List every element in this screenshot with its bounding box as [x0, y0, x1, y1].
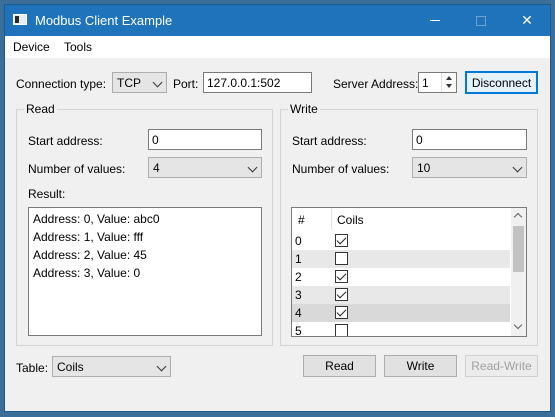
server-address-label: Server Address:: [333, 77, 419, 91]
result-line: Address: 2, Value: 45: [33, 248, 147, 262]
window-title: Modbus Client Example: [35, 13, 173, 28]
spin-buttons[interactable]: [441, 73, 456, 92]
read-button[interactable]: Read: [303, 355, 376, 377]
close-icon: ✕: [521, 12, 533, 28]
row-number: 3: [295, 288, 302, 302]
coil-checkbox[interactable]: [335, 234, 348, 247]
read-start-address-value: 0: [152, 133, 159, 147]
read-start-address-input[interactable]: 0: [148, 129, 262, 150]
read-group-title: Read: [24, 102, 57, 116]
vertical-scrollbar[interactable]: [511, 208, 526, 336]
minimize-icon: [430, 20, 440, 21]
table-row[interactable]: 4: [292, 304, 510, 322]
spin-up-icon[interactable]: [446, 76, 452, 80]
read-start-address-label: Start address:: [28, 134, 103, 148]
spin-down-icon[interactable]: [446, 84, 452, 88]
table-header-number: #: [298, 213, 305, 227]
table-select[interactable]: Coils: [52, 356, 171, 377]
server-address-spinbox[interactable]: 1: [418, 72, 457, 93]
table-label: Table:: [16, 361, 49, 375]
chevron-down-icon: [512, 162, 523, 173]
menu-device[interactable]: Device: [13, 40, 50, 54]
result-list[interactable]: Address: 0, Value: abc0 Address: 1, Valu…: [28, 207, 262, 336]
read-write-button[interactable]: Read-Write: [465, 355, 538, 377]
result-line: Address: 0, Value: abc0: [33, 212, 160, 226]
result-line: Address: 3, Value: 0: [33, 266, 141, 280]
coils-table[interactable]: # Coils 0 1 2 3 4 5: [291, 207, 527, 337]
connection-type-label: Connection type:: [16, 77, 107, 91]
table-row[interactable]: 5: [292, 322, 510, 337]
coil-checkbox[interactable]: [335, 288, 348, 301]
connection-type-select[interactable]: TCP: [112, 72, 167, 93]
chevron-down-icon: [156, 361, 167, 372]
port-value: 127.0.0.1:502: [207, 76, 281, 90]
write-number-of-values-value: 10: [417, 161, 431, 175]
row-number: 5: [295, 324, 302, 337]
row-number: 2: [295, 270, 302, 284]
write-start-address-input[interactable]: 0: [412, 129, 527, 150]
chevron-down-icon: [152, 77, 163, 88]
table-select-value: Coils: [57, 360, 84, 374]
coil-checkbox[interactable]: [335, 324, 348, 336]
result-label: Result:: [28, 187, 66, 201]
menu-tools[interactable]: Tools: [64, 40, 92, 54]
table-row[interactable]: 1: [292, 250, 510, 268]
write-number-of-values-label: Number of values:: [292, 162, 390, 176]
table-row[interactable]: 3: [292, 286, 510, 304]
write-start-address-label: Start address:: [292, 134, 367, 148]
title-bar: Modbus Client Example ✕: [5, 5, 550, 36]
coil-checkbox[interactable]: [335, 270, 348, 283]
write-number-of-values-select[interactable]: 10: [412, 157, 527, 178]
scroll-up-icon[interactable]: [513, 212, 523, 222]
close-button[interactable]: ✕: [504, 5, 550, 36]
scroll-thumb[interactable]: [513, 226, 524, 272]
main-window: Modbus Client Example ✕ Device Tools Con…: [4, 4, 551, 412]
chevron-down-icon: [247, 162, 258, 173]
table-row[interactable]: 0: [292, 232, 510, 250]
connection-type-value: TCP: [117, 76, 141, 90]
menu-bar: Device Tools: [5, 36, 550, 58]
app-window-icon: [13, 14, 27, 25]
write-group-title: Write: [288, 102, 320, 116]
header-divider: [331, 208, 332, 230]
scroll-down-icon[interactable]: [513, 320, 523, 330]
minimize-button[interactable]: [412, 5, 458, 36]
read-number-of-values-value: 4: [153, 161, 160, 175]
write-start-address-value: 0: [416, 133, 423, 147]
server-address-value: 1: [422, 76, 429, 90]
maximize-button[interactable]: [458, 5, 504, 36]
coil-checkbox[interactable]: [335, 306, 348, 319]
table-header-coils: Coils: [337, 213, 364, 227]
write-button[interactable]: Write: [384, 355, 457, 377]
port-input[interactable]: 127.0.0.1:502: [203, 72, 312, 93]
result-line: Address: 1, Value: fff: [33, 230, 144, 244]
read-number-of-values-select[interactable]: 4: [148, 157, 262, 178]
row-number: 0: [295, 234, 302, 248]
port-label: Port:: [173, 77, 199, 91]
disconnect-button[interactable]: Disconnect: [465, 71, 538, 94]
read-number-of-values-label: Number of values:: [28, 162, 126, 176]
maximize-icon: [476, 15, 486, 26]
table-row[interactable]: 2: [292, 268, 510, 286]
row-number: 1: [295, 252, 302, 266]
coil-checkbox[interactable]: [335, 252, 348, 265]
row-number: 4: [295, 306, 302, 320]
